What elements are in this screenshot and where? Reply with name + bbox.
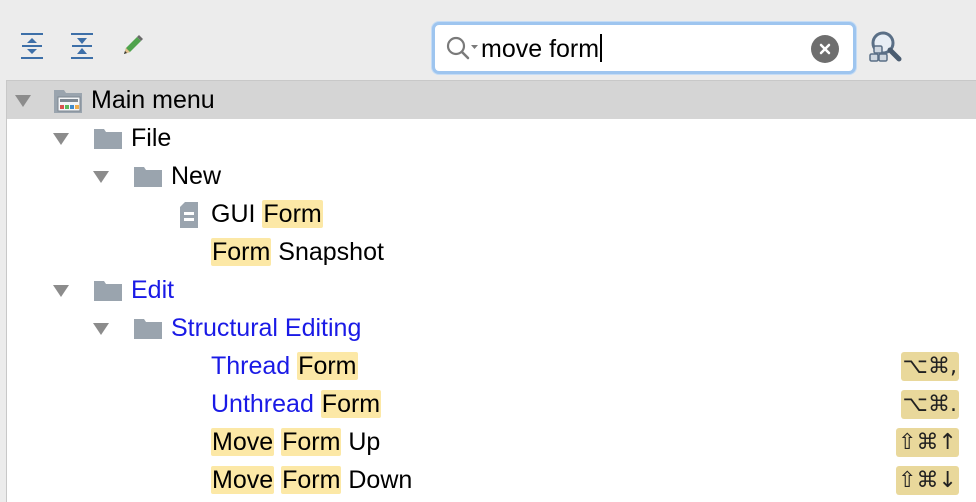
tree-row-file[interactable]: File (7, 119, 976, 157)
tree-row-edit[interactable]: Edit (7, 271, 976, 309)
search-match: Form (281, 428, 342, 456)
shortcut-badge: ⌥⌘. (900, 390, 959, 419)
expand-all-icon[interactable] (14, 28, 50, 64)
tree-row-thread-form[interactable]: Thread Form ⌥⌘, (7, 347, 976, 385)
toolbar: move form (0, 0, 976, 78)
clear-icon[interactable] (811, 35, 839, 63)
search-match: Move (211, 428, 275, 456)
shortcut-badge: ⇧⌘↓ (896, 466, 959, 495)
tree-row-label: Form Snapshot (211, 238, 384, 266)
search-match: Form (297, 352, 358, 380)
expand-arrow-icon[interactable] (93, 323, 109, 335)
search-icon[interactable] (445, 35, 479, 66)
search-match: Form (211, 238, 272, 266)
form-file-icon (179, 202, 199, 233)
tree-row-label: Edit (131, 276, 175, 304)
search-match: Form (320, 390, 382, 418)
tree-row-label: Main menu (91, 86, 215, 114)
menu-folder-icon (53, 87, 85, 120)
folder-icon (93, 128, 123, 155)
tree-row-form-snapshot[interactable]: Form Snapshot (7, 233, 976, 271)
shortcut-badge: ⌥⌘, (900, 352, 959, 381)
tree-row-structural-editing[interactable]: Structural Editing (7, 309, 976, 347)
tree-row-label: Thread Form (211, 352, 358, 380)
search-match: Move (211, 466, 275, 494)
tree-row-label: Structural Editing (171, 314, 362, 342)
expand-arrow-icon[interactable] (53, 285, 69, 297)
tree-row-move-form-down[interactable]: Move Form Down ⇧⌘↓ (7, 461, 976, 499)
folder-icon (133, 166, 163, 193)
tree-row-gui-form[interactable]: GUI Form (7, 195, 976, 233)
folder-icon (133, 318, 163, 345)
shortcut-badge: ⇧⌘↑ (896, 428, 959, 457)
tree-row-new[interactable]: New (7, 157, 976, 195)
folder-icon (93, 280, 123, 307)
search-input[interactable]: move form (481, 34, 603, 64)
expand-arrow-icon[interactable] (93, 171, 109, 183)
tree-row-label: Move Form Up (211, 428, 381, 456)
search-match: Form (281, 466, 342, 494)
expand-arrow-icon[interactable] (15, 95, 31, 107)
tree-row-label: New (171, 162, 222, 190)
collapse-all-icon[interactable] (64, 28, 100, 64)
tree-row-main-menu[interactable]: Main menu (7, 81, 976, 119)
keymap-tree: Main menu File New GUI Form Form Snapsho… (6, 80, 976, 502)
find-by-shortcut-icon[interactable] (866, 28, 906, 68)
tree-row-label: GUI Form (211, 200, 323, 228)
expand-arrow-icon[interactable] (53, 133, 69, 145)
tree-row-label: File (131, 124, 172, 152)
search-match: Form (262, 200, 323, 228)
tree-row-label: Move Form Down (211, 466, 413, 494)
search-field[interactable]: move form (432, 22, 856, 74)
tree-row-unthread-form[interactable]: Unthread Form ⌥⌘. (7, 385, 976, 423)
tree-row-label: Unthread Form (211, 390, 382, 418)
tree-row-move-form-up[interactable]: Move Form Up ⇧⌘↑ (7, 423, 976, 461)
pencil-icon[interactable] (114, 28, 150, 64)
